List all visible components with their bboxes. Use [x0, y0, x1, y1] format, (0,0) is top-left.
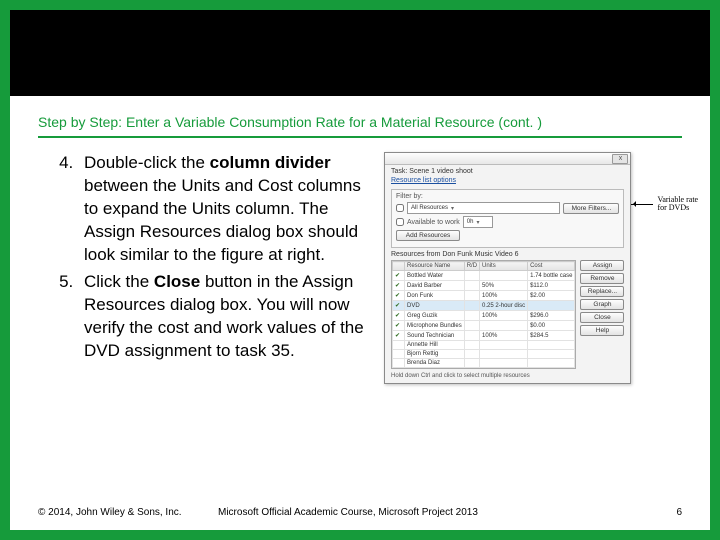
resources-table[interactable]: Resource Name R/D Units Cost Bottled Wat…: [391, 260, 576, 369]
footer: © 2014, John Wiley & Sons, Inc. Microsof…: [38, 507, 682, 518]
available-checkbox[interactable]: [396, 218, 404, 226]
close-button[interactable]: Close: [580, 312, 624, 323]
table-row[interactable]: Bjorn Rettig: [393, 350, 575, 359]
top-black-band: [10, 10, 710, 96]
help-button[interactable]: Help: [580, 325, 624, 336]
callout: Variable rate for DVDs: [631, 196, 699, 213]
table-row[interactable]: Brenda Diaz: [393, 359, 575, 368]
resources-from-label: Resources from Don Funk Music Video 6: [385, 251, 630, 260]
dialog-hint: Hold down Ctrl and click to select multi…: [385, 371, 630, 383]
slide-title: Step by Step: Enter a Variable Consumpti…: [38, 114, 682, 130]
graph-button[interactable]: Graph: [580, 299, 624, 310]
figure-assign-resources: x Task: Scene 1 video shoot Resource lis…: [384, 152, 682, 384]
dialog-titlebar: x: [385, 153, 630, 165]
table-row[interactable]: Microphone Bundles$0.00: [393, 321, 575, 331]
footer-course: Microsoft Official Academic Course, Micr…: [218, 507, 662, 518]
table-row-dvd[interactable]: DVD0.25 2-hour disc: [393, 301, 575, 311]
table-row[interactable]: Sound Technician100%$284.5: [393, 331, 575, 341]
filter-heading: Filter by:: [396, 193, 619, 200]
resource-list-options-link[interactable]: Resource list options: [385, 177, 630, 187]
footer-copyright: © 2014, John Wiley & Sons, Inc.: [38, 507, 218, 518]
close-icon[interactable]: x: [612, 154, 628, 164]
assign-button[interactable]: Assign: [580, 260, 624, 271]
col-resource-name: Resource Name: [405, 262, 465, 271]
assign-resources-dialog: x Task: Scene 1 video shoot Resource lis…: [384, 152, 631, 384]
col-units: Units: [480, 262, 528, 271]
table-row[interactable]: David Barber50%$112.0: [393, 281, 575, 291]
arrow-icon: [631, 204, 653, 205]
callout-text: Variable rate for DVDs: [657, 196, 699, 213]
table-row[interactable]: Annette Hill: [393, 341, 575, 350]
remove-button[interactable]: Remove: [580, 273, 624, 284]
more-filters-button[interactable]: More Filters...: [563, 203, 619, 214]
col-rd: R/D: [464, 262, 479, 271]
slide: Step by Step: Enter a Variable Consumpti…: [0, 0, 720, 540]
body: x Task: Scene 1 video shoot Resource lis…: [38, 152, 682, 362]
filter-dropdown[interactable]: All Resources: [407, 202, 560, 214]
available-label: Available to work: [407, 219, 460, 226]
content-area: Step by Step: Enter a Variable Consumpti…: [38, 106, 682, 502]
dialog-task-label: Task: Scene 1 video shoot: [385, 165, 630, 177]
table-row[interactable]: Greg Guzik100%$296.0: [393, 311, 575, 321]
table-header-row: Resource Name R/D Units Cost: [393, 262, 575, 271]
dialog-button-column: Assign Remove Replace... Graph Close Hel…: [580, 260, 624, 369]
table-row[interactable]: Don Funk100%$2.00: [393, 291, 575, 301]
col-cost: Cost: [528, 262, 575, 271]
filter-by-checkbox[interactable]: [396, 204, 404, 212]
footer-page-number: 6: [662, 507, 682, 518]
title-rule: [38, 136, 682, 138]
filter-group: Filter by: All Resources More Filters...…: [391, 189, 624, 248]
table-row[interactable]: Bottled Water1.74 bottle case: [393, 271, 575, 281]
available-hours-spinner[interactable]: 0h: [463, 216, 493, 228]
add-resources-button[interactable]: Add Resources: [396, 230, 460, 241]
replace-button[interactable]: Replace...: [580, 286, 624, 297]
